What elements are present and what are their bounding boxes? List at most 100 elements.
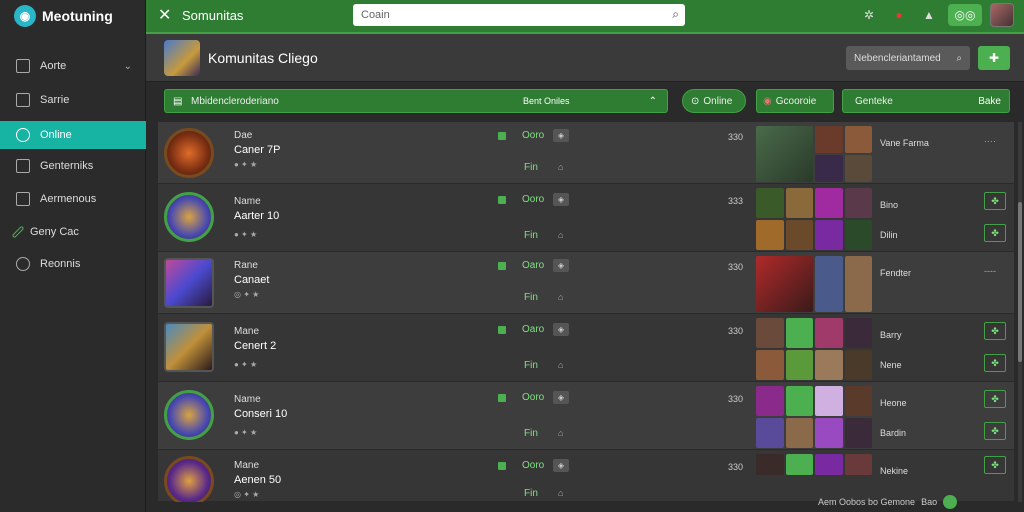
action-icon[interactable]: ✤ <box>984 224 1006 242</box>
thumbnail[interactable] <box>756 318 784 348</box>
sidebar-item-sarrie[interactable]: Sarrie <box>0 86 146 114</box>
online-filter-button[interactable]: ⊙ Online <box>682 89 746 113</box>
tag-icon[interactable]: ◈ <box>553 323 569 336</box>
thumbnail[interactable] <box>785 350 813 380</box>
action-icon[interactable]: ✤ <box>984 422 1006 440</box>
more-icon[interactable]: ---- <box>984 266 996 276</box>
main-filter-bar[interactable]: ▤ Mbidencleroderiano Bent Oniles ⌃ <box>164 89 668 113</box>
scrollbar-thumb[interactable] <box>1018 202 1022 362</box>
sidebar-item-aorte[interactable]: Aorte ⌄ <box>0 52 146 80</box>
thumbnail[interactable] <box>785 454 813 475</box>
sidebar-item-label: Reonnis <box>40 258 81 270</box>
sidebar-item-aermenous[interactable]: Aermenous <box>0 185 146 213</box>
thumbnail[interactable] <box>815 155 843 182</box>
sidebar-item-geny-cac[interactable]: Geny Cac <box>0 218 146 246</box>
checkbox[interactable] <box>498 394 506 402</box>
thumbnail[interactable] <box>815 220 843 250</box>
lock-icon: ⌂ <box>558 488 564 498</box>
checkbox[interactable] <box>498 462 506 470</box>
lock-icon: ⌂ <box>558 292 564 302</box>
third-filter-button[interactable]: Genteke Bake <box>842 89 1010 113</box>
search-input[interactable]: Coain ⌕ <box>353 4 685 26</box>
thumbnail[interactable] <box>815 386 843 416</box>
thumbnail[interactable] <box>815 126 843 153</box>
sidebar-item-online[interactable]: Online <box>0 121 146 149</box>
thumbnail[interactable] <box>815 350 843 380</box>
thumbnail[interactable] <box>785 318 813 348</box>
more-icon[interactable]: ···· <box>984 136 996 146</box>
thumbnail[interactable] <box>756 386 784 416</box>
thumbnail[interactable] <box>844 256 872 312</box>
list-item[interactable]: Name Conseri 10 ● ✦ ★ Ooro ◈ Fin ⌂ 330 H… <box>158 382 1014 450</box>
thumbnail[interactable] <box>785 188 813 218</box>
gift-icon[interactable]: ✚ <box>978 46 1010 70</box>
checkbox[interactable] <box>498 326 506 334</box>
row-name: Nekine <box>880 466 909 476</box>
thumbnail[interactable] <box>756 126 813 182</box>
thumbnail[interactable] <box>815 318 843 348</box>
thumbnail[interactable] <box>785 220 813 250</box>
header-search-button[interactable]: Nebencleriantamed ⌕ <box>846 46 970 70</box>
action-icon[interactable]: ✤ <box>984 192 1006 210</box>
puzzle-icon[interactable]: ✲ <box>858 4 880 26</box>
sidebar-item-reonnis[interactable]: Reonnis <box>0 250 146 278</box>
community-image <box>164 40 200 76</box>
thumbnail[interactable] <box>844 188 872 218</box>
row-fin: Fin <box>524 292 538 303</box>
thumbnail[interactable] <box>756 188 784 218</box>
tag-icon[interactable]: ◈ <box>553 259 569 272</box>
brand[interactable]: ◉ Meotuning <box>14 4 113 28</box>
list-item[interactable]: Name Aarter 10 ● ✦ ★ Ooro ◈ Fin ⌂ 333 Bi… <box>158 184 1014 252</box>
thumbnail[interactable] <box>844 155 872 182</box>
action-icon[interactable]: ✤ <box>984 354 1006 372</box>
checkbox[interactable] <box>498 132 506 140</box>
second-filter-button[interactable]: ◉ Gcooroie <box>756 89 834 113</box>
action-icon[interactable]: ✤ <box>984 456 1006 474</box>
controller-icon[interactable]: ◎◎ <box>948 4 982 26</box>
avatar[interactable] <box>990 3 1014 27</box>
tag-icon[interactable]: ◈ <box>553 129 569 142</box>
status-icon[interactable] <box>943 495 958 509</box>
chevron-up-icon[interactable]: ⌃ <box>649 96 657 107</box>
search-icon[interactable]: ⌕ <box>672 7 679 22</box>
action-icon[interactable]: ✤ <box>984 322 1006 340</box>
thumbnail[interactable] <box>844 318 872 348</box>
brand-logo-icon: ◉ <box>14 5 36 27</box>
list-item[interactable]: Rane Canaet ◎ ✦ ★ Oaro ◈ Fin ⌂ 330 Fendt… <box>158 252 1014 314</box>
action-icon[interactable]: ✤ <box>984 390 1006 408</box>
tag-icon[interactable]: ◈ <box>553 459 569 472</box>
notification-icon[interactable]: ● <box>888 4 910 26</box>
third-filter-label: Genteke <box>855 95 893 107</box>
thumbnail[interactable] <box>844 220 872 250</box>
thumbnail[interactable] <box>844 418 872 448</box>
footer-label: Aem Oobos bo Gemone <box>818 497 916 507</box>
thumbnail[interactable] <box>815 418 843 448</box>
thumbnail[interactable] <box>844 454 872 475</box>
tag-icon[interactable]: ◈ <box>553 193 569 206</box>
list-item[interactable]: Dae Caner 7P ● ✦ ★ Ooro ◈ Fin ⌂ 330 Vane… <box>158 122 1014 184</box>
thumbnail[interactable] <box>815 454 843 475</box>
thumbnail[interactable] <box>815 188 843 218</box>
thumbnail[interactable] <box>844 386 872 416</box>
list-item[interactable]: Mane Cenert 2 ● ✦ ★ Oaro ◈ Fin ⌂ 330 Bar… <box>158 314 1014 382</box>
tag-icon[interactable]: ◈ <box>553 391 569 404</box>
thumbnail[interactable] <box>844 350 872 380</box>
checkbox[interactable] <box>498 196 506 204</box>
thumbnail[interactable] <box>785 386 813 416</box>
row-name: Fendter <box>880 268 912 278</box>
sidebar-item-genterniks[interactable]: Genterniks <box>0 152 146 180</box>
thumbnail[interactable] <box>815 256 843 312</box>
thumbnail[interactable] <box>756 220 784 250</box>
thumbnail[interactable] <box>785 418 813 448</box>
checkbox[interactable] <box>498 262 506 270</box>
bell-icon[interactable]: ▲ <box>918 4 940 26</box>
thumbnail[interactable] <box>756 418 784 448</box>
thumbnail[interactable] <box>844 126 872 153</box>
thumbnail[interactable] <box>756 454 784 475</box>
thumbnail[interactable] <box>756 350 784 380</box>
lock-icon: ⌂ <box>558 360 564 370</box>
header-button-label: Nebencleriantamed <box>854 52 941 64</box>
thumbnail[interactable] <box>756 256 813 312</box>
scrollbar[interactable] <box>1018 122 1022 502</box>
close-icon[interactable]: ✕ <box>158 5 171 25</box>
